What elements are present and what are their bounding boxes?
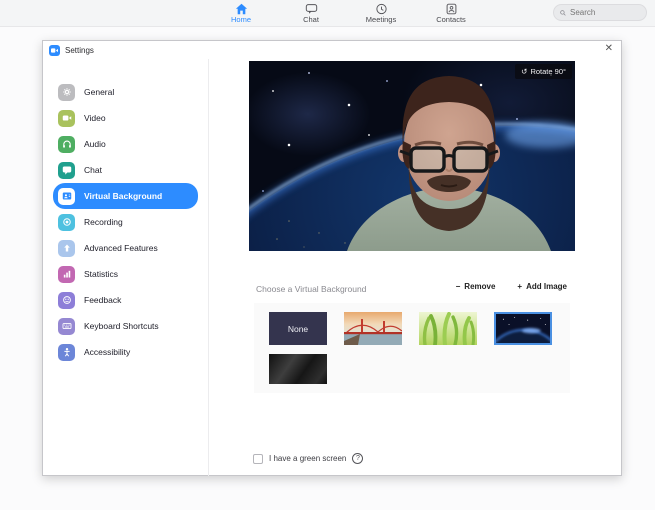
search-box[interactable] [553, 4, 647, 21]
gear-icon [58, 84, 75, 101]
tab-contacts[interactable]: Contacts [428, 0, 474, 27]
sidebar-item-label: General [84, 87, 114, 97]
smiley-icon [58, 292, 75, 309]
sidebar-item-label: Statistics [84, 269, 118, 279]
home-icon [235, 3, 248, 15]
rotate-icon: ↺ [521, 67, 527, 76]
sidebar-item-advanced-features[interactable]: Advanced Features [53, 235, 198, 261]
tab-home-label: Home [231, 16, 251, 24]
sidebar-item-label: Audio [84, 139, 106, 149]
help-icon[interactable]: ? [352, 453, 363, 464]
sidebar-item-statistics[interactable]: Statistics [53, 261, 198, 287]
search-icon [560, 9, 566, 17]
plus-icon: + [517, 282, 522, 291]
close-icon[interactable]: ✕ [605, 44, 613, 54]
tab-meetings-label: Meetings [366, 16, 396, 24]
sidebar-item-label: Video [84, 113, 106, 123]
green-screen-label: I have a green screen [269, 454, 346, 463]
person-icon [58, 344, 75, 361]
sidebar-item-chat[interactable]: Chat [53, 157, 198, 183]
video-preview: ↺ Rotate 90° [249, 61, 575, 251]
green-screen-row: I have a green screen ? [253, 453, 363, 464]
sidebar-item-general[interactable]: General [53, 79, 198, 105]
clock-icon [375, 3, 388, 15]
thumbnail-dark-smoke[interactable] [269, 354, 327, 384]
id-card-icon [58, 188, 75, 205]
thumbnail-grass[interactable] [419, 312, 477, 345]
sidebar-item-label: Virtual Background [84, 191, 162, 201]
window-title: Settings [65, 46, 94, 55]
rotate-90-button[interactable]: ↺ Rotate 90° [515, 64, 572, 79]
thumbnail-earth-space[interactable] [494, 312, 552, 345]
thumbnail-golden-gate-bridge[interactable] [344, 312, 402, 345]
chat-icon [305, 3, 318, 15]
sidebar-item-label: Chat [84, 165, 102, 175]
sidebar-item-feedback[interactable]: Feedback [53, 287, 198, 313]
contacts-icon [445, 3, 458, 15]
zoom-app: Home Chat Meetings [0, 0, 655, 510]
tab-meetings[interactable]: Meetings [358, 0, 404, 27]
keyboard-icon [58, 318, 75, 335]
tab-chat[interactable]: Chat [288, 0, 334, 27]
settings-titlebar: Settings ✕ [43, 41, 621, 59]
sidebar-item-keyboard-shortcuts[interactable]: Keyboard Shortcuts [53, 313, 198, 339]
background-actions: − Remove + Add Image [456, 282, 567, 291]
background-thumbnails-panel: None [254, 303, 570, 393]
sidebar-item-audio[interactable]: Audio [53, 131, 198, 157]
green-screen-checkbox[interactable] [253, 454, 263, 464]
video-camera-icon [58, 110, 75, 127]
sidebar-item-accessibility[interactable]: Accessibility [53, 339, 198, 365]
bar-chart-icon [58, 266, 75, 283]
minus-icon: − [456, 282, 461, 291]
record-icon [58, 214, 75, 231]
main-nav: Home Chat Meetings [218, 0, 474, 27]
settings-window: Settings ✕ General Video Audi [42, 40, 622, 476]
arrow-up-icon [58, 240, 75, 257]
sidebar-item-recording[interactable]: Recording [53, 209, 198, 235]
tab-chat-label: Chat [303, 16, 319, 24]
rotate-label: Rotate 90° [530, 67, 566, 76]
remove-button[interactable]: − Remove [456, 282, 496, 291]
search-input[interactable] [570, 8, 640, 17]
chat-bubble-icon [58, 162, 75, 179]
sidebar-item-label: Recording [84, 217, 123, 227]
headset-icon [58, 136, 75, 153]
sidebar-item-label: Advanced Features [84, 243, 158, 253]
tab-home[interactable]: Home [218, 0, 264, 27]
sidebar-item-label: Feedback [84, 295, 121, 305]
sidebar-item-video[interactable]: Video [53, 105, 198, 131]
top-toolbar: Home Chat Meetings [0, 0, 655, 27]
sidebar-item-label: Keyboard Shortcuts [84, 321, 159, 331]
thumbnail-none[interactable]: None [269, 312, 327, 345]
sidebar-item-label: Accessibility [84, 347, 130, 357]
choose-background-label: Choose a Virtual Background [256, 284, 366, 294]
sidebar-item-virtual-background[interactable]: Virtual Background [53, 183, 198, 209]
zoom-app-icon [49, 45, 60, 56]
person-webcam [249, 61, 575, 251]
tab-contacts-label: Contacts [436, 16, 466, 24]
add-image-button[interactable]: + Add Image [517, 282, 567, 291]
settings-sidebar: General Video Audio Chat [43, 59, 209, 476]
